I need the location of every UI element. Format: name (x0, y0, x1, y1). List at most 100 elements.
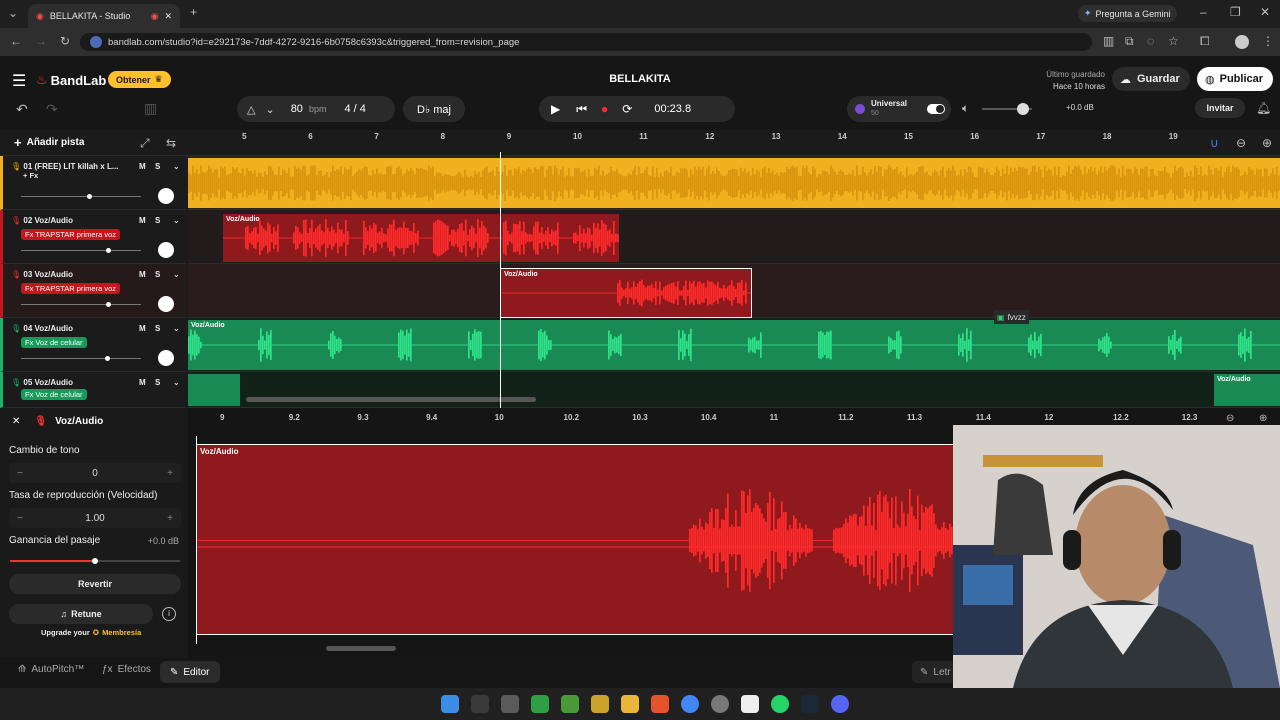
chevron-down-icon[interactable]: ⌄ (173, 378, 180, 387)
fx-chip[interactable]: Fx TRAPSTAR primera voz (21, 283, 120, 294)
obtener-button[interactable]: Obtener ♛ (108, 71, 171, 88)
obs-icon[interactable] (711, 695, 729, 713)
plus-icon[interactable]: + (167, 468, 173, 479)
plus-icon[interactable]: + (167, 513, 173, 524)
tab-letra[interactable]: ✎ Letr (912, 661, 959, 683)
tempo-box[interactable]: △ ⌄ 80 bpm 4 / 4 (237, 96, 395, 122)
gain-thumb[interactable] (92, 558, 98, 564)
gemini-button[interactable]: ✦ Pregunta a Gemini (1078, 5, 1177, 22)
record-icon[interactable]: ● (601, 102, 608, 116)
info-icon[interactable]: i (162, 607, 176, 621)
lane-05[interactable]: Voz/Audio (188, 372, 1280, 408)
menu-icon[interactable]: ⋮ (1262, 34, 1274, 48)
tab-autopitch[interactable]: ⟰ AutoPitch™ (18, 664, 84, 675)
fx-chip[interactable]: Fx Voz de celular (21, 337, 87, 348)
hide-icon[interactable]: ◌ (1147, 34, 1154, 48)
track-volume-slider[interactable] (21, 194, 141, 199)
track-header-05[interactable]: 🎙︎ 05 Voz/Audio M S ⌄ Fx Voz de celular (0, 372, 186, 408)
tab-list-icon[interactable]: ⌄ (8, 6, 18, 20)
arrangement-area[interactable]: 5 6 7 8 9 10 11 12 13 14 15 16 17 18 19 ∪ ⊖ ⊕ Voz/Audi… (188, 130, 1280, 408)
tab-close-icon[interactable]: ✕ (164, 11, 172, 22)
track-header-01[interactable]: 🎙︎ 01 (FREE) LIT killah x L... M S ⌄ + F… (0, 156, 186, 210)
membership-link[interactable]: Membresía (102, 628, 141, 637)
notification-bell-icon[interactable]: 🔔︎ (1256, 101, 1271, 115)
redo-icon[interactable]: ↷ (46, 101, 58, 118)
publish-button[interactable]: ◍ Publicar (1197, 67, 1273, 91)
pan-knob[interactable] (158, 296, 174, 312)
bandlab-logo[interactable]: ♨ BandLab (36, 72, 106, 88)
lane-03[interactable]: Voz/Audio (188, 264, 1280, 318)
invite-button[interactable]: Invitar (1195, 98, 1245, 118)
solo-button[interactable]: S (155, 162, 160, 171)
undo-icon[interactable]: ↶ (16, 101, 28, 118)
metronome-icon[interactable]: △ (247, 103, 255, 116)
bookmark-icon[interactable]: ☆ (1168, 34, 1179, 48)
minecraft-icon[interactable] (561, 695, 579, 713)
track-name[interactable]: 02 Voz/Audio (23, 216, 73, 225)
track-volume-slider[interactable] (21, 302, 141, 307)
editor-scrollbar[interactable] (326, 646, 396, 651)
pan-knob[interactable] (158, 242, 174, 258)
chrome-icon[interactable] (681, 695, 699, 713)
lane-04[interactable]: Voz/Audio ▣ fvvzz (188, 310, 1280, 372)
master-volume-thumb[interactable] (1017, 103, 1029, 115)
zoom-in-icon[interactable]: ⊕ (1262, 136, 1272, 150)
retune-button[interactable]: ♫ Retune (9, 604, 153, 624)
extensions-icon[interactable]: ▥ (1103, 34, 1114, 48)
track-volume-slider[interactable] (21, 356, 141, 361)
back-icon[interactable]: ← (10, 34, 22, 48)
track-name[interactable]: 01 (FREE) LIT killah x L... (23, 162, 118, 171)
horizontal-scrollbar[interactable] (246, 397, 536, 402)
solo-button[interactable]: S (155, 216, 160, 225)
rate-stepper[interactable]: − 1.00 + (9, 508, 181, 528)
chevron-down-icon[interactable]: ⌄ (173, 162, 180, 171)
install-icon[interactable]: ⧉ (1125, 34, 1134, 49)
brave-icon[interactable] (651, 695, 669, 713)
chevron-down-icon[interactable]: ⌄ (173, 324, 180, 333)
play-icon[interactable]: ▶ (551, 102, 560, 116)
time-signature[interactable]: 4 / 4 (344, 103, 365, 115)
solo-button[interactable]: S (155, 324, 160, 333)
audio-clip[interactable] (188, 374, 240, 406)
editor-zoom-out-icon[interactable]: ⊖ (1226, 413, 1234, 424)
zoom-out-icon[interactable]: ⊖ (1236, 136, 1246, 150)
upgrade-row[interactable]: Upgrade your ✪ Membresía (41, 628, 141, 637)
master-volume-slider[interactable] (982, 103, 1032, 115)
track-volume-slider[interactable] (21, 248, 141, 253)
audio-clip[interactable] (188, 158, 1280, 208)
mute-button[interactable]: M (139, 270, 146, 279)
whatsapp-icon[interactable] (771, 695, 789, 713)
forward-icon[interactable]: → (35, 34, 47, 48)
new-tab-icon[interactable]: + (190, 5, 197, 19)
window-close-icon[interactable]: ✕ (1260, 5, 1270, 19)
pan-knob[interactable] (158, 188, 174, 204)
track-name[interactable]: 04 Voz/Audio (23, 324, 73, 333)
gain-slider[interactable] (10, 558, 180, 564)
tempo-dropdown-icon[interactable]: ⌄ (265, 103, 274, 116)
bpm-value[interactable]: 80 (291, 103, 303, 115)
pitch-stepper[interactable]: − 0 + (9, 463, 181, 483)
address-bar[interactable]: bandlab.com/studio?id=e292173e-7ddf-4272… (80, 33, 1092, 51)
lane-01[interactable] (188, 156, 1280, 210)
minus-icon[interactable]: − (17, 468, 23, 479)
hamburger-icon[interactable]: ☰ (12, 71, 26, 91)
track-name[interactable]: 03 Voz/Audio (23, 270, 73, 279)
apps-icon[interactable] (471, 695, 489, 713)
track-header-03[interactable]: 🎙︎ 03 Voz/Audio M S ⌄ Fx TRAPSTAR primer… (0, 264, 186, 318)
mixer-icon[interactable]: ⇆ (166, 136, 176, 150)
game-icon[interactable] (591, 695, 609, 713)
profile-avatar[interactable] (1235, 35, 1249, 49)
pitch-value[interactable]: 0 (92, 468, 98, 479)
tab-editor[interactable]: ✎ Editor (160, 661, 220, 683)
solo-button[interactable]: S (155, 378, 160, 387)
key-button[interactable]: D♭ maj (403, 96, 465, 122)
pan-knob[interactable] (158, 350, 174, 366)
minimize-icon[interactable]: – (1200, 5, 1207, 19)
puzzle-icon[interactable]: ⧠ (1200, 34, 1210, 49)
fx-chip[interactable]: Fx Voz de celular (21, 389, 87, 400)
add-track-button[interactable]: + Añadir pista (14, 135, 84, 150)
track-name[interactable]: 05 Voz/Audio (23, 378, 73, 387)
piano-icon[interactable]: ▥ (144, 100, 157, 117)
track-header-04[interactable]: 🎙︎ 04 Voz/Audio M S ⌄ Fx Voz de celular (0, 318, 186, 372)
browser-tab[interactable]: ◉ BELLAKITA - Studio ◉ ✕ (28, 4, 180, 28)
